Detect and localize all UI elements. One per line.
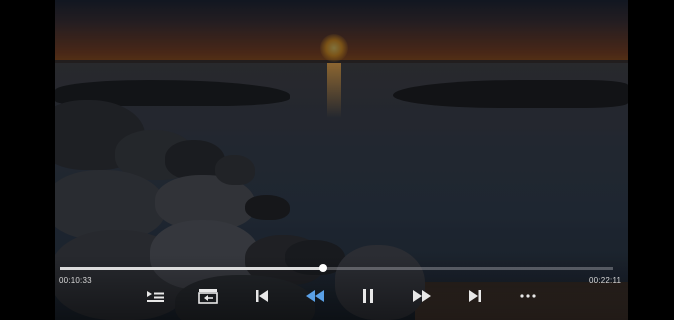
rewind-button[interactable] <box>301 284 329 308</box>
video-player[interactable]: 00:10:33 00:22:11 <box>0 0 674 320</box>
seek-bar-played <box>60 267 323 270</box>
exit-popup-icon <box>198 288 218 304</box>
popup-player-button[interactable] <box>194 284 222 308</box>
more-options-icon <box>519 293 537 299</box>
fast-forward-icon <box>411 289 433 303</box>
playlist-icon <box>145 289 165 303</box>
previous-button[interactable] <box>248 284 276 308</box>
seek-bar[interactable] <box>60 264 613 272</box>
playback-controls <box>0 284 674 308</box>
next-track-icon <box>468 289 482 303</box>
seek-bar-thumb[interactable] <box>318 264 327 272</box>
previous-track-icon <box>255 289 269 303</box>
more-options-button[interactable] <box>514 284 542 308</box>
playlist-button[interactable] <box>141 284 169 308</box>
rewind-icon <box>304 289 326 303</box>
fast-forward-button[interactable] <box>408 284 436 308</box>
pause-button[interactable] <box>354 284 382 308</box>
next-button[interactable] <box>461 284 489 308</box>
pause-icon <box>361 288 375 304</box>
